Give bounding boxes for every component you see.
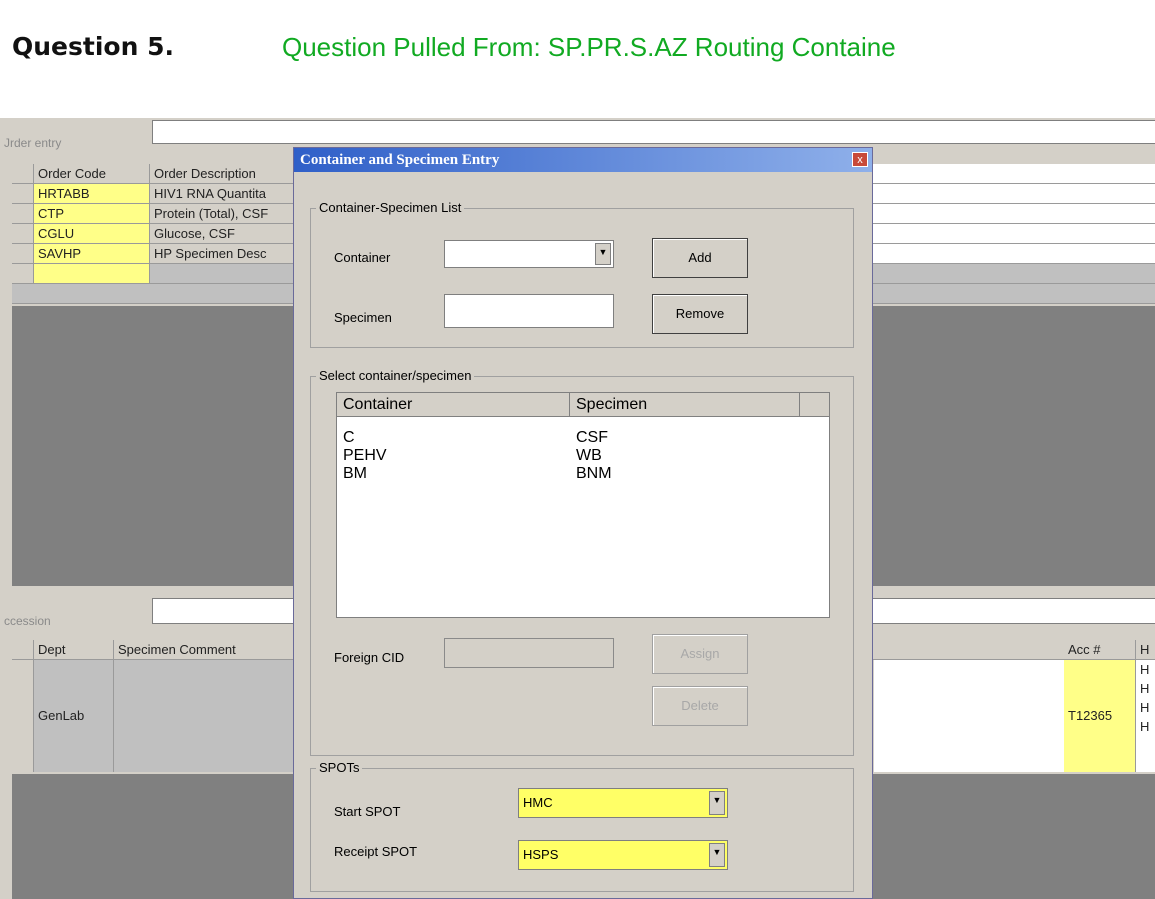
container-select[interactable]: ▼ — [444, 240, 614, 268]
col-specimen-comment[interactable]: Specimen Comment — [114, 640, 300, 659]
container-specimen-list[interactable]: Container Specimen C CSF PEHV WB BM BNM — [336, 392, 830, 618]
chevron-down-icon[interactable]: ▼ — [709, 843, 725, 867]
accession-dept-cell[interactable]: GenLab — [34, 660, 114, 772]
remove-button[interactable]: Remove — [652, 294, 748, 334]
foreign-cid-label: Foreign CID — [334, 650, 405, 665]
h-column: H H H H — [1136, 660, 1155, 772]
order-code[interactable]: SAVHP — [34, 244, 150, 263]
h-value: H — [1140, 662, 1150, 677]
dialog-titlebar[interactable]: Container and Specimen Entry — [294, 148, 872, 172]
question-number: Question 5. — [12, 32, 174, 61]
container-specimen-dialog: Container and Specimen Entry x Container… — [293, 147, 873, 899]
order-code[interactable]: CTP — [34, 204, 150, 223]
col-order-description[interactable]: Order Description — [150, 164, 300, 183]
start-spot-value: HMC — [523, 795, 553, 810]
spots-group — [310, 768, 854, 892]
order-description[interactable]: HIV1 RNA Quantita — [150, 184, 300, 203]
list-item[interactable]: PEHV WB — [337, 447, 829, 464]
question-source: Question Pulled From: SP.PR.S.AZ Routing… — [282, 32, 896, 62]
foreign-cid-input[interactable] — [444, 638, 614, 668]
item-specimen: BNM — [576, 465, 612, 482]
item-container: BM — [343, 465, 367, 482]
item-container: C — [343, 429, 355, 446]
order-entry-label: Jrder entry — [4, 136, 62, 150]
acc-number-value: T12365 — [1068, 708, 1113, 723]
list-item[interactable]: C CSF — [337, 429, 829, 446]
col-acc-number[interactable]: Acc # — [1064, 640, 1136, 659]
specimen-comment-cell[interactable] — [114, 660, 300, 772]
dialog-title: Container and Specimen Entry — [300, 152, 500, 168]
item-specimen: WB — [576, 447, 602, 464]
assign-button[interactable]: Assign — [652, 634, 748, 674]
order-code[interactable]: HRTABB — [34, 184, 150, 203]
item-container: PEHV — [343, 447, 387, 464]
receipt-spot-label: Receipt SPOT — [334, 844, 418, 859]
col-container[interactable]: Container — [337, 393, 570, 417]
order-description[interactable]: HP Specimen Desc — [150, 244, 300, 263]
specimen-label: Specimen — [334, 310, 392, 325]
h-value: H — [1140, 719, 1150, 734]
add-button[interactable]: Add — [652, 238, 748, 278]
start-spot-select[interactable]: HMC ▼ — [518, 788, 728, 818]
order-entry-field[interactable] — [152, 120, 1155, 144]
col-h[interactable]: H — [1136, 640, 1155, 659]
acc-number-cell[interactable]: T12365 — [1064, 660, 1136, 772]
order-description[interactable]: Glucose, CSF — [150, 224, 300, 243]
h-value: H — [1140, 681, 1150, 696]
col-dept[interactable]: Dept — [34, 640, 114, 659]
col-order-code[interactable]: Order Code — [34, 164, 150, 183]
close-icon[interactable]: x — [852, 152, 868, 167]
order-code[interactable]: CGLU — [34, 224, 150, 243]
container-specimen-list-legend: Container-Specimen List — [316, 200, 465, 215]
chevron-down-icon[interactable]: ▼ — [595, 243, 611, 265]
spots-legend: SPOTs — [316, 760, 363, 775]
item-specimen: CSF — [576, 429, 608, 446]
list-item[interactable]: BM BNM — [337, 465, 829, 482]
col-specimen[interactable]: Specimen — [570, 393, 800, 417]
container-label: Container — [334, 250, 391, 265]
dept-value: GenLab — [38, 708, 85, 723]
receipt-spot-select[interactable]: HSPS ▼ — [518, 840, 728, 870]
order-description[interactable]: Protein (Total), CSF — [150, 204, 300, 223]
start-spot-label: Start SPOT — [334, 804, 401, 819]
specimen-input[interactable] — [444, 294, 614, 328]
select-container-specimen-legend: Select container/specimen — [316, 368, 475, 383]
h-value: H — [1140, 700, 1150, 715]
receipt-spot-value: HSPS — [523, 847, 559, 862]
chevron-down-icon[interactable]: ▼ — [709, 791, 725, 815]
accession-label: ccession — [4, 614, 51, 628]
delete-button[interactable]: Delete — [652, 686, 748, 726]
